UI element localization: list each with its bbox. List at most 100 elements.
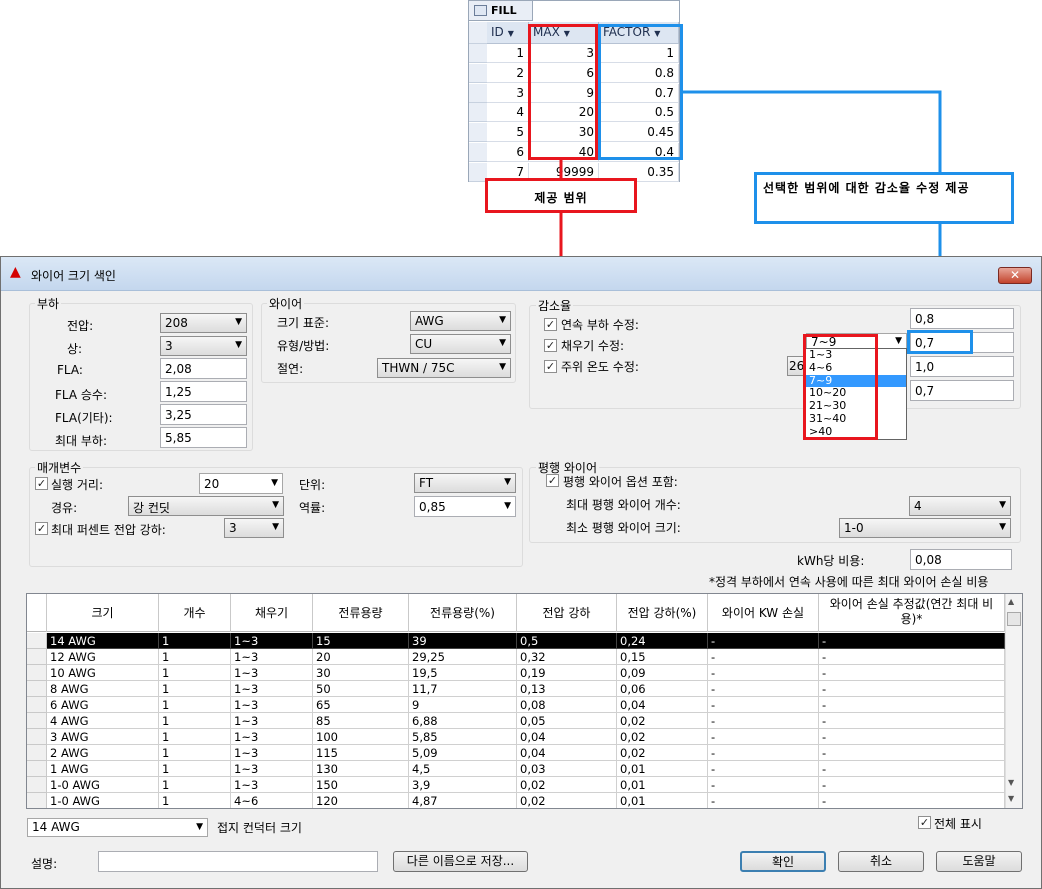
table-cell: 1 <box>159 745 231 761</box>
table-cell: 1~3 <box>231 649 313 665</box>
table-row[interactable]: 3 AWG 1 1~3 100 5,85 0,04 0,02- - <box>47 729 1007 745</box>
size-standard-select[interactable]: AWG ▼ <box>410 311 511 331</box>
table-row[interactable]: 2 AWG 1 1~3 115 5,09 0,04 0,02- - <box>47 745 1007 761</box>
ground-conductor-size-select[interactable]: 14 AWG ▼ <box>27 818 208 837</box>
help-button[interactable]: 도움말 <box>936 851 1022 872</box>
table-row-selector[interactable] <box>27 761 47 777</box>
table-row-selector[interactable] <box>27 681 47 697</box>
scroll-down-icon[interactable]: ▼ <box>1008 778 1014 787</box>
table-cell: - <box>819 665 1005 681</box>
table-cell: 0,01 <box>617 761 708 777</box>
fla-other-field[interactable]: 3,25 <box>160 404 247 425</box>
scroll-thumb[interactable] <box>1007 612 1021 626</box>
table-cell: 0,02 <box>617 713 708 729</box>
table-row-selector[interactable] <box>27 793 47 808</box>
path-select[interactable]: 강 컨딧 ▼ <box>128 496 284 516</box>
table-row[interactable]: 1 AWG 1 1~3 130 4,5 0,03 0,01- - <box>47 761 1007 777</box>
table-row[interactable]: 10 AWG 1 1~3 30 19,5 0,19 0,09- - <box>47 665 1007 681</box>
table-header-cell[interactable]: 전류용량(%) <box>409 594 517 632</box>
table-header-cell[interactable]: 전압 강하(%) <box>617 594 708 632</box>
phase-select[interactable]: 3 ▼ <box>160 336 247 356</box>
table-cell: - <box>819 761 1005 777</box>
continuous-load-checkbox[interactable]: ✓ <box>544 318 557 331</box>
ambient-temp-value: 1,0 <box>915 360 935 374</box>
table-header-cell[interactable]: 전류용량 <box>313 594 409 632</box>
extra-derate-value: 0,7 <box>915 384 935 398</box>
table-header-cell[interactable]: 크기 <box>47 594 159 632</box>
max-load-label: 최대 부하: <box>55 434 108 448</box>
table-row[interactable]: 1-0 AWG 1 4~6 120 4,87 0,02 0,01- - <box>47 793 1007 808</box>
table-cell: 12 AWG <box>47 649 159 665</box>
max-voltage-drop-select[interactable]: 3 ▼ <box>224 518 284 538</box>
insulation-select[interactable]: THWN / 75C ▼ <box>377 358 511 378</box>
table-cell: 6,88 <box>409 713 517 729</box>
scroll-down-arrow-icon[interactable]: ▼ <box>1008 794 1014 803</box>
save-as-button[interactable]: 다른 이름으로 저장... <box>393 851 528 872</box>
table-cell: 0,08 <box>517 697 617 713</box>
table-row-selector[interactable] <box>27 777 47 793</box>
wire-size-table[interactable]: 크기 개수 채우기 전류용량 전류용량(%) 전압 강하 전압 강하(%) 와이어 KW 손실… <box>26 593 1023 809</box>
parallel-include-checkbox[interactable]: ✓ <box>546 474 559 487</box>
fill-correction-checkbox[interactable]: ✓ <box>544 339 557 352</box>
chevron-down-icon: ▼ <box>196 822 203 832</box>
description-field[interactable] <box>98 851 378 872</box>
run-distance-checkbox[interactable]: ✓ <box>35 477 48 490</box>
chevron-down-icon: ▼ <box>499 315 506 325</box>
table-header-cell[interactable]: 와이어 KW 손실 <box>708 594 819 632</box>
power-factor-combo[interactable]: 0,85 ▼ <box>414 496 516 517</box>
kwh-cost-field[interactable]: 0,08 <box>910 549 1012 570</box>
table-header-cell[interactable]: 와이어 손실 추정값(연간 최대 비용)* <box>819 594 1005 632</box>
max-voltage-drop-checkbox[interactable]: ✓ <box>35 522 48 535</box>
table-cell: 3,9 <box>409 777 517 793</box>
table-header-cell[interactable]: 개수 <box>159 594 231 632</box>
scroll-up-icon[interactable]: ▲ <box>1008 597 1014 606</box>
table-cell: 1 <box>159 649 231 665</box>
table-row-selector[interactable] <box>27 649 47 665</box>
run-distance-combo[interactable]: 20 ▼ <box>199 473 283 494</box>
cancel-button[interactable]: 취소 <box>838 851 924 872</box>
table-header-cell[interactable]: 채우기 <box>231 594 313 632</box>
table-cell: 11,7 <box>409 681 517 697</box>
table-corner[interactable] <box>27 594 47 632</box>
min-parallel-size-select[interactable]: 1-0 ▼ <box>839 518 1011 538</box>
table-row-selector[interactable] <box>27 713 47 729</box>
chevron-down-icon: ▼ <box>895 336 902 346</box>
table-row[interactable]: 8 AWG 1 1~3 50 11,7 0,13 0,06- - <box>47 681 1007 697</box>
ambient-temp-checkbox[interactable]: ✓ <box>544 360 557 373</box>
table-row-selector[interactable] <box>27 697 47 713</box>
title-bar[interactable]: ▲ 와이어 크기 색인 ✕ <box>1 257 1041 291</box>
table-row[interactable]: 6 AWG 1 1~3 65 9 0,08 0,04- - <box>47 697 1007 713</box>
max-parallel-count-select[interactable]: 4 ▼ <box>909 496 1011 516</box>
fla-multiplier-field[interactable]: 1,25 <box>160 381 247 402</box>
table-cell: 5,85 <box>409 729 517 745</box>
ambient-temp-field[interactable]: 1,0 <box>910 356 1014 377</box>
table-row[interactable]: 1-0 AWG 1 1~3 150 3,9 0,02 0,01- - <box>47 777 1007 793</box>
parallel-include-label: 평행 와이어 옵션 포함: <box>563 475 678 489</box>
table-cell: 4,5 <box>409 761 517 777</box>
path-label: 경유: <box>51 501 78 515</box>
type-method-select[interactable]: CU ▼ <box>410 334 511 354</box>
table-cell: 1 <box>159 793 231 808</box>
kwh-cost-label: kWh당 비용: <box>797 554 865 568</box>
extra-derate-field[interactable]: 0,7 <box>910 380 1014 401</box>
table-row[interactable]: 4 AWG 1 1~3 85 6,88 0,05 0,02- - <box>47 713 1007 729</box>
table-row-selector[interactable] <box>27 729 47 745</box>
unit-select[interactable]: FT ▼ <box>414 473 516 493</box>
max-parallel-count-value: 4 <box>914 499 922 513</box>
max-voltage-drop-value: 3 <box>229 521 237 535</box>
continuous-load-field[interactable]: 0,8 <box>910 308 1014 329</box>
table-header-cell[interactable]: 전압 강하 <box>517 594 617 632</box>
table-scrollbar[interactable]: ▲ ▼ ▼ <box>1005 594 1022 808</box>
table-row[interactable]: 12 AWG 1 1~3 20 29,25 0,32 0,15- - <box>47 649 1007 665</box>
table-cell: 29,25 <box>409 649 517 665</box>
table-row-selector[interactable] <box>27 633 47 649</box>
close-button[interactable]: ✕ <box>998 267 1032 284</box>
voltage-select[interactable]: 208 ▼ <box>160 313 247 333</box>
fla-field[interactable]: 2,08 <box>160 358 247 379</box>
show-all-checkbox[interactable]: ✓ <box>918 816 931 829</box>
table-row-selector[interactable] <box>27 745 47 761</box>
ok-button[interactable]: 확인 <box>740 851 826 872</box>
table-row-selector[interactable] <box>27 665 47 681</box>
max-load-field[interactable]: 5,85 <box>160 427 247 448</box>
table-row[interactable]: 14 AWG 1 1~3 15 39 0,5 0,24- - <box>47 633 1007 649</box>
